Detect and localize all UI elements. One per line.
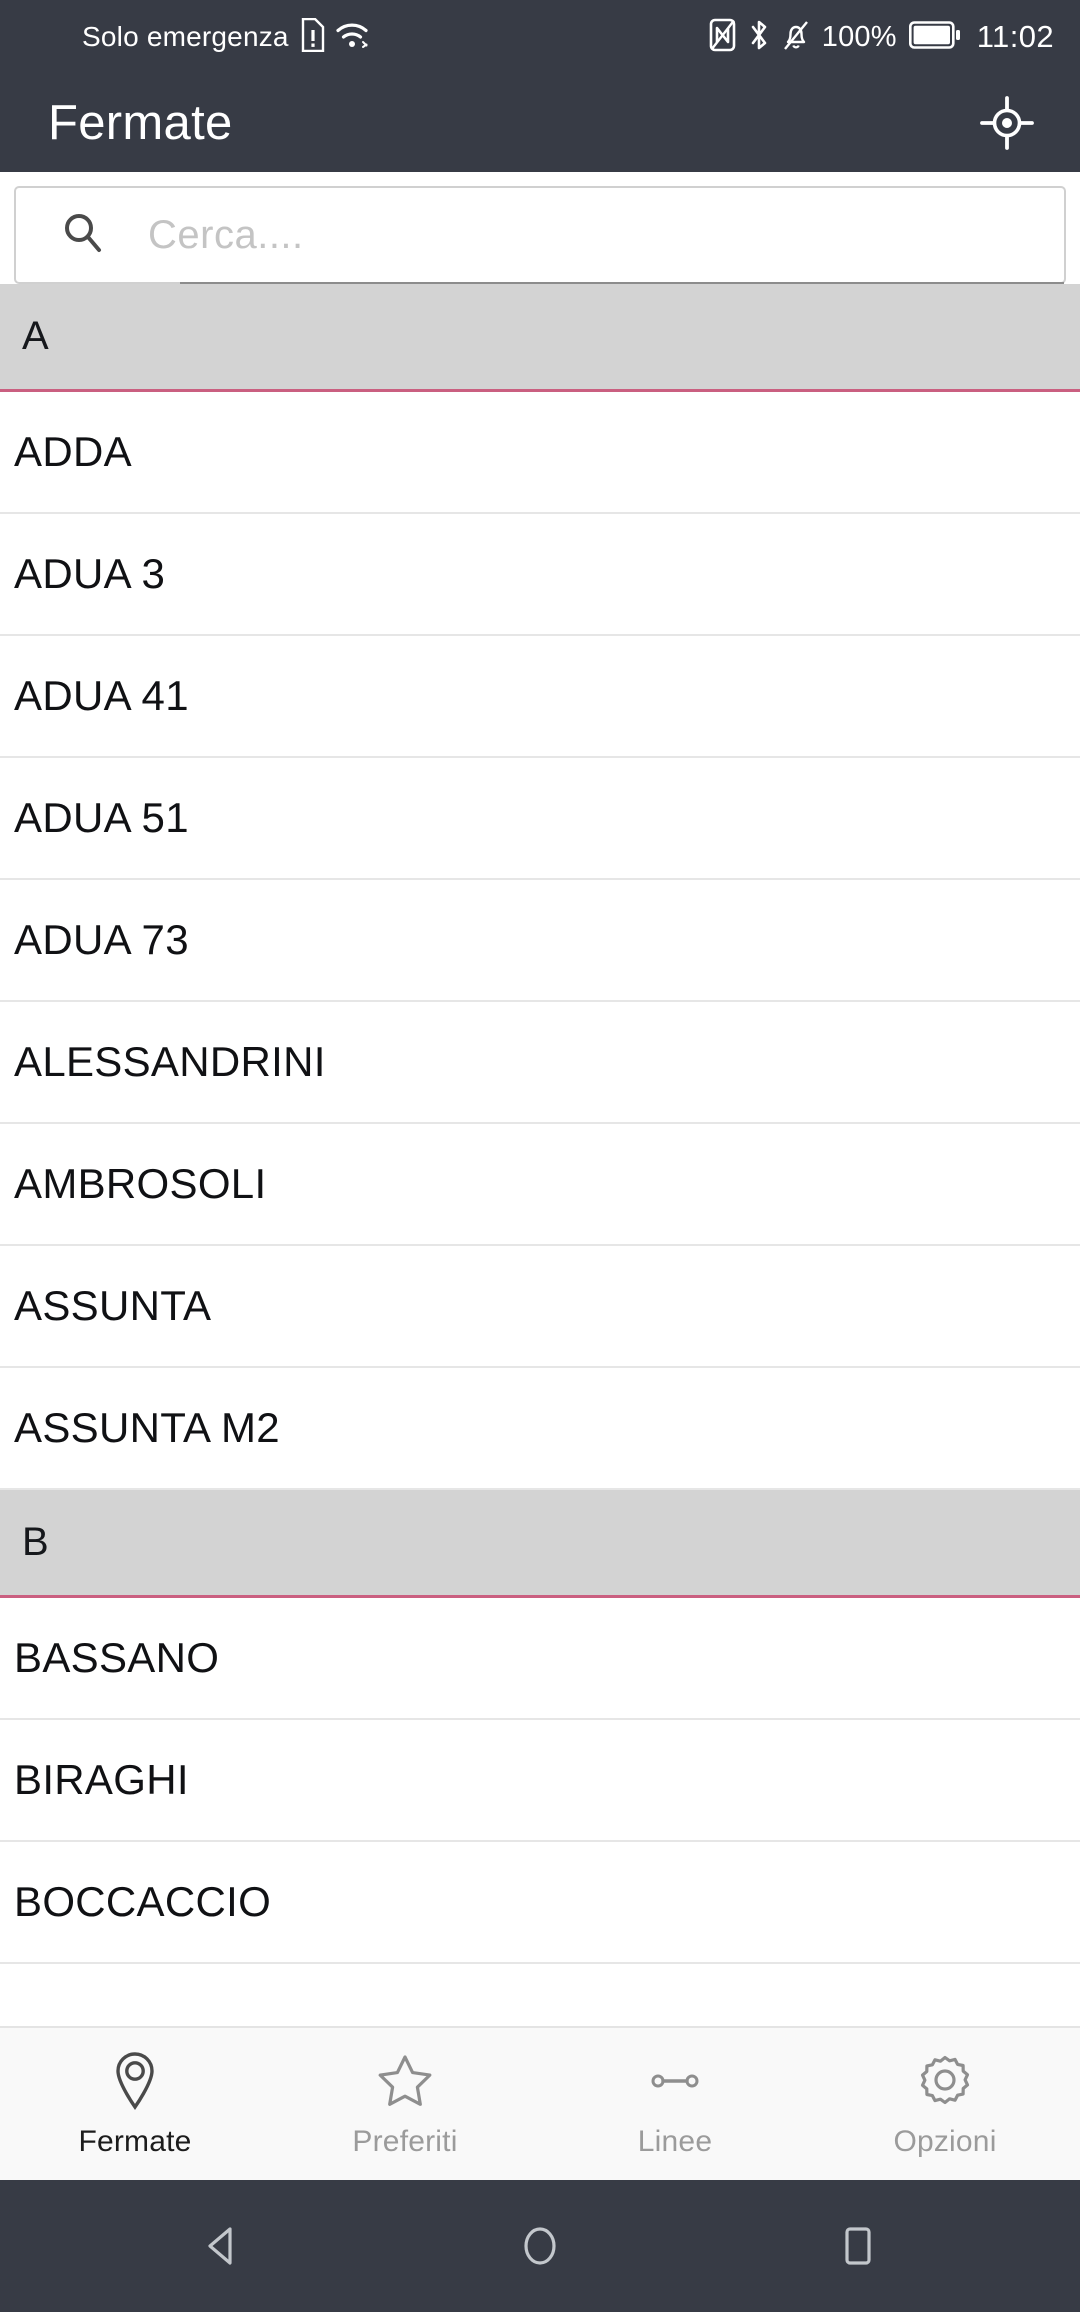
- search-input[interactable]: Cerca....: [14, 186, 1066, 285]
- sim-alert-icon: [299, 17, 325, 57]
- stop-name: AMBROSOLI: [14, 1160, 267, 1207]
- nav-label: Fermate: [78, 2124, 192, 2158]
- stop-name: ASSUNTA M2: [14, 1404, 280, 1451]
- stop-name: ADUA 41: [14, 672, 189, 719]
- list-item[interactable]: ALESSANDRINI: [0, 1002, 1080, 1124]
- list-item[interactable]: ASSUNTA M2: [0, 1368, 1080, 1490]
- stop-name: ADDA: [14, 428, 132, 475]
- carrier-label: Solo emergenza: [82, 21, 289, 52]
- stops-list[interactable]: A ADDA ADUA 3 ADUA 41 ADUA 51 ADUA 73 AL…: [0, 284, 1080, 2026]
- map-pin-icon: [106, 2050, 164, 2117]
- search-bar-container: Cerca....: [0, 172, 1080, 285]
- recents-square-icon[interactable]: [813, 2201, 903, 2291]
- app-screen: Solo emergenza 100% 11:02 Fermate Cerca.…: [0, 0, 1080, 2312]
- search-icon: [60, 210, 106, 261]
- list-item[interactable]: ADUA 3: [0, 514, 1080, 636]
- status-bar-right: 100% 11:02: [709, 18, 1054, 57]
- stop-name: ADUA 3: [14, 550, 166, 597]
- battery-full-icon: [908, 20, 961, 55]
- list-item[interactable]: ADUA 51: [0, 758, 1080, 880]
- nfc-icon: [709, 18, 736, 57]
- bluetooth-icon: [748, 18, 770, 57]
- list-item[interactable]: ADDA: [0, 392, 1080, 514]
- my-location-icon[interactable]: [970, 86, 1044, 160]
- stop-name: ALESSANDRINI: [14, 1038, 326, 1085]
- stop-name: BOCCACCIO: [14, 1878, 272, 1925]
- bell-muted-icon: [782, 18, 810, 57]
- nav-label: Opzioni: [893, 2124, 997, 2158]
- list-item[interactable]: ASSUNTA: [0, 1246, 1080, 1368]
- wifi-icon: [335, 20, 369, 55]
- stop-name: BASSANO: [14, 1634, 220, 1681]
- section-header: A: [0, 284, 1080, 392]
- stop-name: BIRAGHI: [14, 1756, 189, 1803]
- line-route-icon: [644, 2050, 706, 2117]
- list-item[interactable]: BOCCACCIO: [0, 1842, 1080, 1964]
- home-circle-icon[interactable]: [495, 2201, 585, 2291]
- back-triangle-icon[interactable]: [177, 2201, 267, 2291]
- nav-tab-fermate[interactable]: Fermate: [0, 2028, 270, 2180]
- stop-name: ADUA 73: [14, 916, 189, 963]
- nav-label: Linee: [637, 2124, 713, 2158]
- section-header: B: [0, 1490, 1080, 1598]
- system-navigation-bar: [0, 2180, 1080, 2312]
- bottom-navigation: Fermate Preferiti Linee Opzioni: [0, 2026, 1080, 2180]
- list-item[interactable]: ADUA 73: [0, 880, 1080, 1002]
- section-letter: B: [22, 1520, 50, 1564]
- search-placeholder: Cerca....: [148, 212, 304, 257]
- clock-label: 11:02: [976, 19, 1054, 54]
- list-item[interactable]: ADUA 41: [0, 636, 1080, 758]
- stop-name: ASSUNTA: [14, 1282, 212, 1329]
- app-bar: Fermate: [0, 74, 1080, 172]
- status-bar: Solo emergenza 100% 11:02: [0, 0, 1080, 74]
- section-letter: A: [22, 314, 50, 358]
- nav-tab-opzioni[interactable]: Opzioni: [810, 2028, 1080, 2180]
- nav-tab-preferiti[interactable]: Preferiti: [270, 2028, 540, 2180]
- gear-icon: [914, 2050, 976, 2117]
- list-item[interactable]: AMBROSOLI: [0, 1124, 1080, 1246]
- status-bar-left: Solo emergenza: [82, 17, 369, 57]
- star-icon: [374, 2050, 436, 2117]
- list-item[interactable]: BIRAGHI: [0, 1720, 1080, 1842]
- nav-tab-linee[interactable]: Linee: [540, 2028, 810, 2180]
- nav-label: Preferiti: [352, 2124, 458, 2158]
- battery-percent-label: 100%: [821, 20, 897, 53]
- page-title: Fermate: [48, 96, 233, 150]
- list-item[interactable]: BASSANO: [0, 1598, 1080, 1720]
- stop-name: ADUA 51: [14, 794, 189, 841]
